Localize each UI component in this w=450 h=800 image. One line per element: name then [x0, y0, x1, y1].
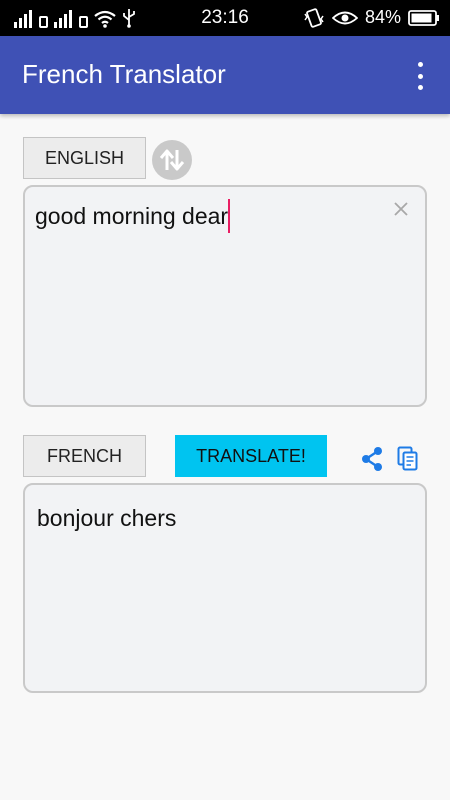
status-bar: 23:16 84%: [0, 0, 450, 36]
source-text: good morning dear: [35, 203, 229, 230]
more-vert-icon[interactable]: [410, 62, 430, 90]
app-bar: French Translator: [0, 36, 450, 114]
source-language-button[interactable]: ENGLISH: [23, 137, 146, 179]
clear-icon[interactable]: [391, 199, 411, 219]
vibrate-icon: [304, 7, 324, 28]
translate-button[interactable]: TRANSLATE!: [175, 435, 327, 477]
translation-output[interactable]: bonjour chers: [23, 483, 427, 693]
battery-icon: [408, 9, 439, 26]
text-caret: [228, 199, 231, 233]
eye-icon: [331, 11, 358, 24]
battery-percent: 84%: [364, 7, 401, 27]
target-language-button[interactable]: FRENCH: [23, 435, 146, 477]
translated-text: bonjour chers: [37, 505, 177, 531]
app-title: French Translator: [22, 59, 226, 89]
copy-icon[interactable]: [397, 446, 419, 472]
status-right-icons: 84%: [303, 7, 440, 28]
share-icon[interactable]: [360, 446, 384, 472]
source-text-input[interactable]: good morning dear: [23, 185, 427, 407]
swap-icon: [159, 149, 185, 171]
swap-languages-button[interactable]: [152, 140, 192, 180]
